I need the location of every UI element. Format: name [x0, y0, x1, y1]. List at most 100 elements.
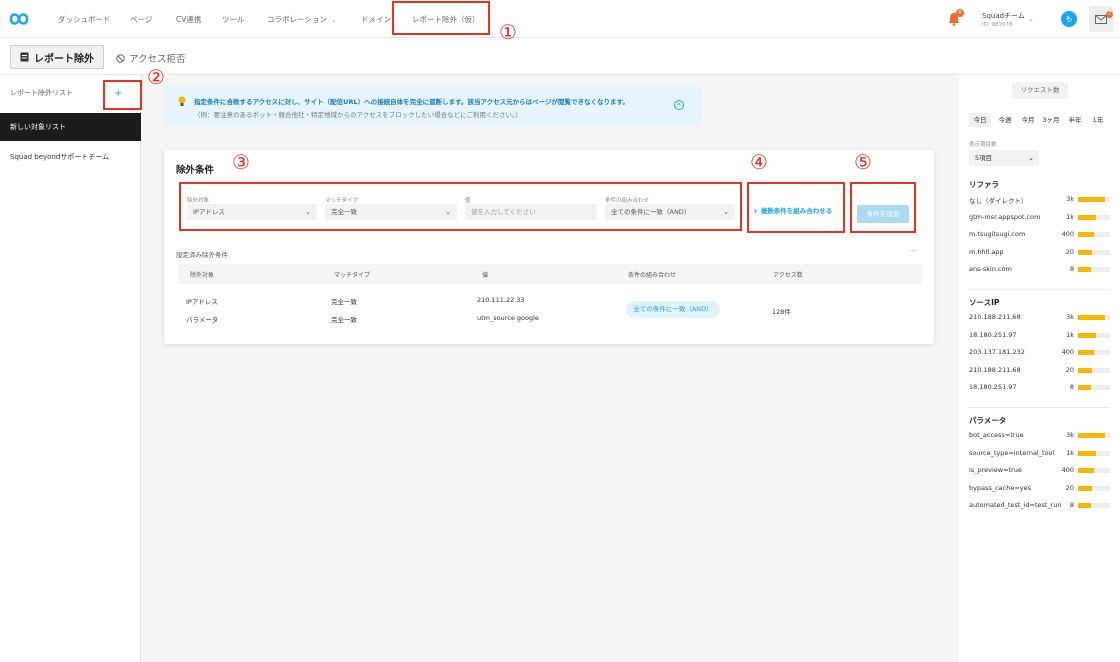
- th-value: 値: [482, 272, 489, 279]
- request-count-button[interactable]: リクエスト数: [1012, 82, 1068, 99]
- nav-cv-link[interactable]: CV連携: [176, 14, 201, 25]
- sidebar-item-new-target-list[interactable]: 新しい対象リスト: [0, 113, 141, 141]
- block-icon: [116, 53, 125, 63]
- annotation-box-1: [392, 1, 490, 35]
- nav-collaboration[interactable]: コラボレーション ⌄: [267, 14, 337, 25]
- stats-bar-fill: [1078, 367, 1093, 373]
- stats-bar-fill: [1078, 385, 1091, 390]
- team-chevron-down-icon[interactable]: ⌄: [1028, 15, 1034, 23]
- more-menu-icon[interactable]: ···: [909, 247, 916, 255]
- notification-badge: 9: [956, 9, 964, 17]
- annotation-box-5: [850, 182, 916, 233]
- mail-icon: [1095, 15, 1107, 24]
- tab-this-month[interactable]: 今月: [1017, 113, 1039, 127]
- stats-row-label: 18.180.251.97: [969, 330, 1017, 339]
- annotation-box-2: [103, 80, 142, 110]
- info-main-text: 指定条件に合致するアクセスに対し、サイト（配信URL）への接続自体を完全に遮断し…: [194, 98, 629, 106]
- stats-bar-fill: [1078, 503, 1091, 508]
- nav-collaboration-label: コラボレーション: [267, 15, 327, 24]
- annotation-number-4: ④: [750, 150, 768, 174]
- row1-value: 210.111.22.33: [477, 296, 525, 304]
- stats-bar-fill: [1078, 232, 1094, 237]
- app-logo-icon[interactable]: [8, 10, 30, 28]
- access-deny-tab[interactable]: アクセス拒否: [116, 51, 186, 65]
- annotation-number-2: ②: [147, 65, 165, 89]
- lightbulb-icon: [178, 96, 186, 106]
- stats-row-value: 400: [1061, 348, 1074, 356]
- stats-bar-fill: [1078, 450, 1096, 456]
- stats-row-value: 20: [1065, 247, 1074, 256]
- stats-row-label: 210.188.211.68: [969, 365, 1021, 374]
- stats-bar-fill: [1078, 350, 1094, 355]
- mail-button[interactable]: [1089, 6, 1113, 32]
- display-count-value: 5項目: [975, 154, 993, 162]
- tab-half-year[interactable]: 半年: [1064, 113, 1086, 127]
- display-count-select[interactable]: 5項目 ⌄: [969, 150, 1039, 166]
- stats-row-value: 8: [1069, 501, 1074, 509]
- row2-match: 完全一致: [331, 316, 357, 324]
- tab-3-months[interactable]: 3ヶ月: [1040, 113, 1062, 127]
- th-target: 除外対象: [190, 272, 215, 279]
- access-count: 128件: [772, 308, 791, 316]
- close-icon[interactable]: ×: [674, 100, 684, 110]
- access-deny-label: アクセス拒否: [129, 54, 186, 65]
- stats-row-value: 20: [1065, 365, 1074, 374]
- divider: [969, 406, 1110, 408]
- stats-row-label: 18.180.251.97: [969, 383, 1017, 391]
- exclusion-list-title: レポート除外リスト: [10, 89, 73, 97]
- annotation-box-4: [747, 182, 845, 233]
- configured-title: 設定済み除外条件: [176, 251, 228, 259]
- mail-badge: 2: [1106, 11, 1113, 18]
- stats-row-label: is_preview=true: [969, 466, 1022, 474]
- sidebar-item-support-team[interactable]: Squad beyondサポートチーム: [10, 152, 109, 162]
- stats-bar: [1078, 503, 1110, 508]
- document-icon: [20, 52, 29, 62]
- annotation-number-5: ⑤: [854, 150, 872, 174]
- annotation-number-3: ③: [232, 150, 250, 174]
- tab-this-week[interactable]: 今週: [994, 113, 1016, 127]
- chevron-down-icon: ⌄: [330, 16, 337, 24]
- stats-row-label: gtm-msr.appspot.com: [969, 212, 1041, 221]
- th-match-type: マッチタイプ: [334, 272, 371, 279]
- stats-bar: [1078, 332, 1110, 338]
- card-title: 除外条件: [176, 165, 215, 176]
- table-header: [178, 264, 923, 284]
- stats-row-label: 203.137.181.232: [969, 348, 1025, 356]
- stats-row-label: なし（ダイレクト）: [969, 197, 1028, 205]
- annotation-box-3: [179, 182, 742, 231]
- stats-bar-fill: [1078, 332, 1096, 338]
- stats-bar-fill: [1078, 267, 1091, 272]
- report-exclusion-tab[interactable]: レポート除外: [10, 45, 104, 69]
- stats-bar-fill: [1078, 197, 1106, 202]
- stats-bar: [1078, 249, 1110, 255]
- combine-badge: 全ての条件に一致（AND）: [626, 301, 720, 318]
- stats-group-title: リファラ: [969, 180, 999, 189]
- report-exclusion-label: レポート除外: [34, 53, 94, 65]
- row1-target: IPアドレス: [186, 298, 218, 306]
- row2-target: パラメータ: [186, 316, 219, 324]
- nav-tools[interactable]: ツール: [222, 14, 245, 25]
- stats-row-label: automated_test_id=test_run: [969, 501, 1062, 509]
- stats-row-value: 8: [1069, 265, 1074, 273]
- team-name[interactable]: Squadチーム: [982, 11, 1025, 21]
- stats-row-value: 1k: [1066, 448, 1074, 457]
- stats-row-label: bot_access=true: [969, 431, 1024, 439]
- row2-value: utm_source google: [477, 314, 539, 322]
- stats-row-value: 3k: [1066, 313, 1074, 321]
- stats-group-title: パラメータ: [969, 416, 1007, 425]
- stats-row-value: 3k: [1066, 195, 1074, 203]
- team-id: ID: 987678: [982, 22, 1013, 28]
- tab-today[interactable]: 今日: [969, 113, 991, 127]
- stats-bar: [1078, 315, 1110, 320]
- stats-row-value: 8: [1069, 383, 1074, 391]
- stats-row-label: ans-skin.com: [969, 265, 1012, 273]
- stats-bar: [1078, 350, 1110, 355]
- nav-domain[interactable]: ドメイン: [361, 14, 391, 25]
- nav-pages[interactable]: ページ: [130, 14, 152, 25]
- avatar[interactable]: も: [1061, 11, 1077, 27]
- tab-1-year[interactable]: 1年: [1087, 113, 1109, 127]
- stats-row-value: 400: [1061, 230, 1074, 238]
- nav-dashboard[interactable]: ダッシュボード: [58, 14, 111, 25]
- stats-row-value: 3k: [1066, 431, 1074, 439]
- stats-bar-fill: [1078, 433, 1106, 438]
